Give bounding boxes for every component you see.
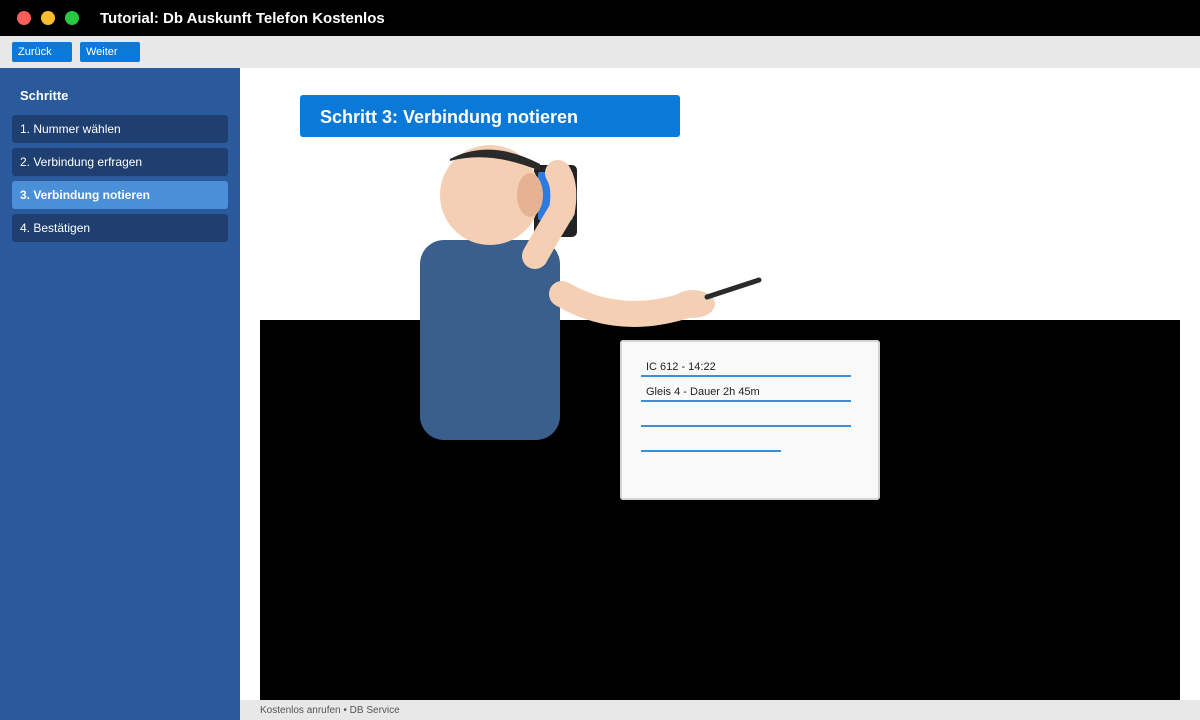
maximize-window-button[interactable]: [65, 11, 79, 25]
title-bar: Tutorial: Db Auskunft Telefon Kostenlos: [0, 0, 1200, 36]
minimize-window-button[interactable]: [41, 11, 55, 25]
back-button[interactable]: Zurück: [12, 42, 72, 62]
sidebar-step-3[interactable]: 3. Verbindung notieren: [12, 181, 228, 209]
main-content: Schritt 3: Verbindung notieren IC 612 - …: [240, 68, 1200, 700]
note-line-1: IC 612 - 14:22: [641, 360, 851, 377]
note-line-3: [641, 410, 851, 427]
sidebar-step-1[interactable]: 1. Nummer wählen: [12, 115, 228, 143]
person-arm-pointing: [549, 281, 703, 327]
sidebar-step-4[interactable]: 4. Bestätigen: [12, 214, 228, 242]
window-title: Tutorial: Db Auskunft Telefon Kostenlos: [100, 10, 385, 27]
person-body: [420, 240, 560, 440]
toolbar: Zurück Weiter: [0, 36, 1200, 68]
pointer-stick: [704, 277, 762, 300]
sidebar: Schritte 1. Nummer wählen 2. Verbindung …: [0, 68, 240, 720]
footer: Kostenlos anrufen • DB Service: [240, 700, 1200, 720]
close-window-button[interactable]: [17, 11, 31, 25]
note-line-2: Gleis 4 - Dauer 2h 45m: [641, 385, 851, 402]
note-line-4: [641, 435, 781, 452]
notepad: IC 612 - 14:22 Gleis 4 - Dauer 2h 45m: [620, 340, 880, 500]
next-button[interactable]: Weiter: [80, 42, 140, 62]
sidebar-heading: Schritte: [20, 88, 69, 103]
sidebar-step-2[interactable]: 2. Verbindung erfragen: [12, 148, 228, 176]
